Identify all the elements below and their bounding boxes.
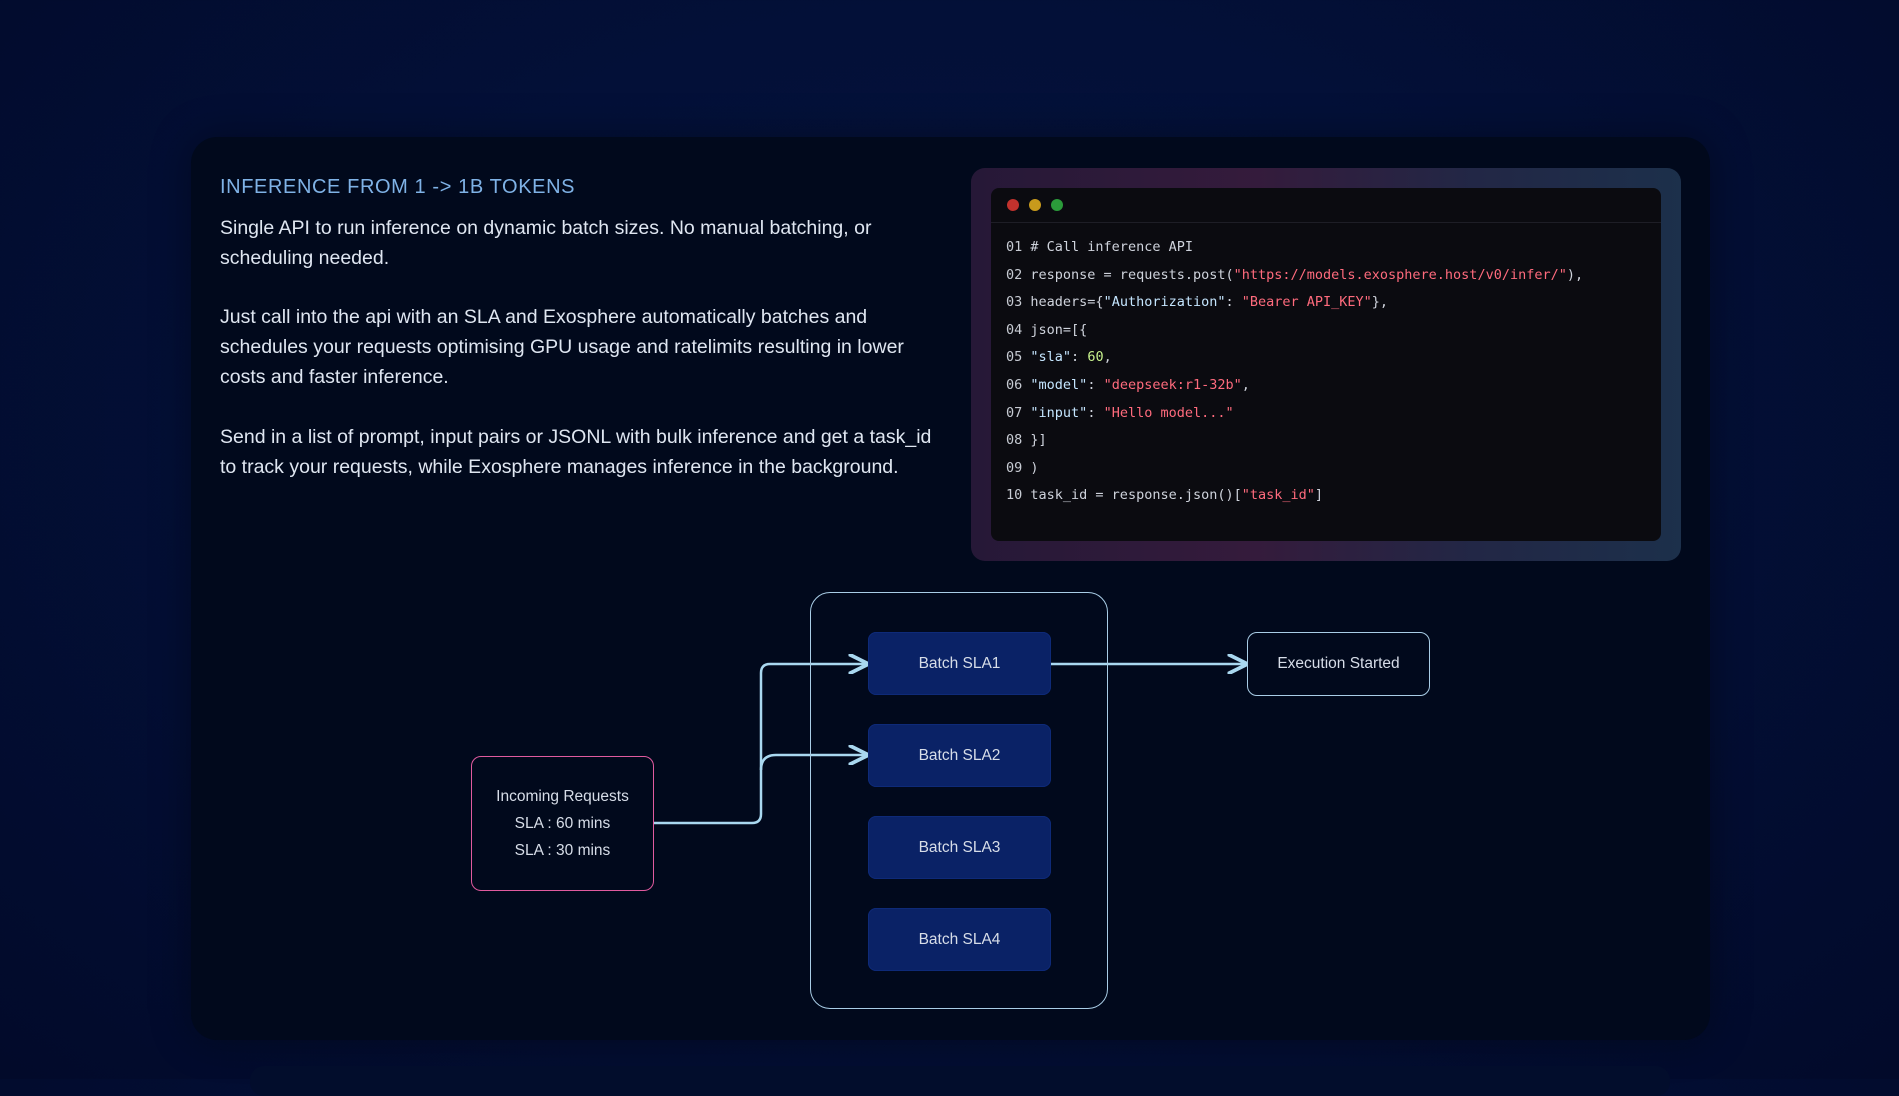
- intro-paragraph: Single API to run inference on dynamic b…: [220, 217, 872, 269]
- code-line-number: 03: [1006, 294, 1023, 311]
- batch-sla2-box: Batch SLA2: [868, 724, 1051, 787]
- incoming-sla-60: SLA : 60 mins: [514, 815, 611, 832]
- code-line: 03 headers={"Authorization": "Bearer API…: [1006, 289, 1583, 317]
- code-line: 02 response = requests.post("https://mod…: [1006, 262, 1583, 290]
- code-line: 10 task_id = response.json()["task_id"]: [1006, 482, 1583, 510]
- code-line: 05 "sla": 60,: [1006, 344, 1583, 372]
- code-token: "sla": [1030, 349, 1072, 366]
- code-line-number: 04: [1006, 321, 1023, 338]
- code-line-number: 09: [1006, 459, 1023, 476]
- code-token: },: [1371, 294, 1389, 311]
- code-window-titlebar: [991, 188, 1661, 223]
- code-token: :: [1087, 376, 1104, 393]
- code-token: :: [1225, 294, 1242, 311]
- maximize-dot-icon: [1051, 199, 1063, 211]
- code-token: headers={: [1030, 294, 1104, 311]
- code-line-number: 07: [1006, 404, 1023, 421]
- code-token: ): [1030, 459, 1039, 476]
- code-line-number: 08: [1006, 432, 1023, 449]
- incoming-title: Incoming Requests: [496, 788, 629, 805]
- code-token: task_id = response.json()[: [1030, 487, 1242, 504]
- incoming-requests-box: Incoming Requests SLA : 60 mins SLA : 30…: [471, 756, 654, 891]
- close-dot-icon: [1007, 199, 1019, 211]
- code-line-number: 05: [1006, 349, 1023, 366]
- incoming-sla-30: SLA : 30 mins: [514, 842, 611, 859]
- code-line-number: 02: [1006, 266, 1023, 283]
- code-token: "deepseek:r1-32b": [1103, 376, 1242, 393]
- bulk-paragraph: Send in a list of prompt, input pairs or…: [220, 426, 932, 478]
- code-token: "https://models.exosphere.host/v0/infer/…: [1233, 266, 1567, 283]
- code-line: 07 "input": "Hello model...": [1006, 400, 1583, 428]
- code-token: ,: [1241, 376, 1250, 393]
- code-token: :: [1087, 404, 1104, 421]
- code-line: 08 }]: [1006, 427, 1583, 455]
- code-token: "task_id": [1241, 487, 1315, 504]
- code-line-number: 01: [1006, 239, 1023, 255]
- next-section-edge: [250, 1066, 1670, 1096]
- code-line: 04 json=[{: [1006, 317, 1583, 345]
- section-eyebrow: INFERENCE FROM 1 -> 1B TOKENS: [220, 176, 576, 198]
- sla-paragraph: Just call into the api with an SLA and E…: [220, 306, 904, 388]
- code-token: 60: [1087, 349, 1104, 366]
- code-token: "Authorization": [1103, 294, 1226, 311]
- code-window: 01 # Call inference API 02 response = req…: [991, 188, 1661, 541]
- minimize-dot-icon: [1029, 199, 1041, 211]
- batch-sla1-box: Batch SLA1: [868, 632, 1051, 695]
- code-token: ),: [1566, 266, 1584, 283]
- code-token: ,: [1103, 349, 1112, 366]
- code-line: 01 # Call inference API: [1006, 234, 1583, 262]
- code-token: "Bearer API_KEY": [1241, 294, 1372, 311]
- code-token: ]: [1314, 487, 1324, 504]
- code-token: response = requests.post(: [1030, 266, 1234, 283]
- code-line: 09 ): [1006, 455, 1583, 483]
- code-line-number: 10: [1006, 487, 1023, 504]
- batch-sla4-box: Batch SLA4: [868, 908, 1051, 971]
- code-line: 06 "model": "deepseek:r1-32b",: [1006, 372, 1583, 400]
- code-token: # Call inference API: [1030, 239, 1193, 255]
- execution-started-box: Execution Started: [1247, 632, 1430, 696]
- batch-sla3-box: Batch SLA3: [868, 816, 1051, 879]
- code-block: 01 # Call inference API 02 response = req…: [1006, 234, 1583, 510]
- code-token: :: [1071, 349, 1088, 366]
- code-line-number: 06: [1006, 376, 1023, 393]
- code-token: "input": [1030, 404, 1088, 421]
- code-token: "model": [1030, 376, 1088, 393]
- code-token: json=[{: [1030, 321, 1088, 338]
- code-token: "Hello model...": [1103, 404, 1234, 421]
- code-token: }]: [1030, 432, 1047, 449]
